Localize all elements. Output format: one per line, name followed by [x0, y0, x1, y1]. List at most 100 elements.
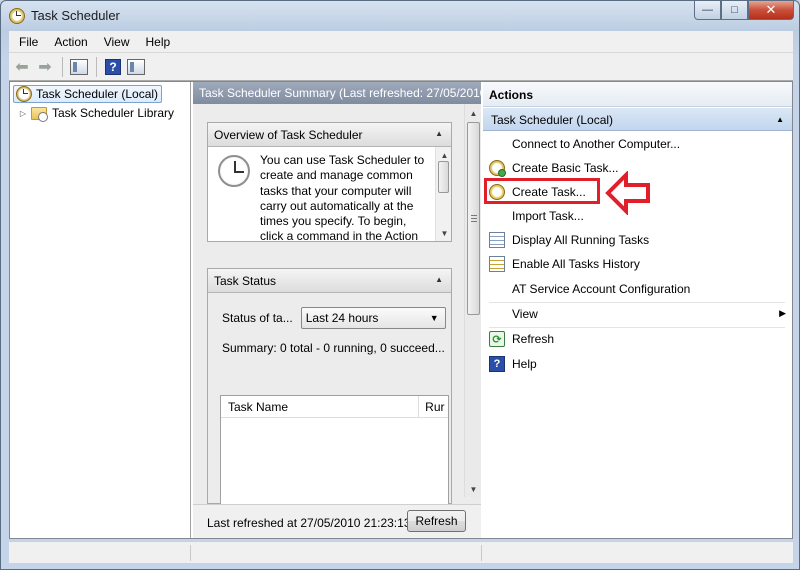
action-display-all-running-tasks[interactable]: Display All Running Tasks: [483, 228, 792, 252]
window-controls: — □ ✕: [694, 1, 794, 21]
maximize-icon: □: [731, 4, 738, 16]
task-status-section-header[interactable]: Task Status ▲: [208, 269, 451, 293]
expand-arrow-icon[interactable]: ▷: [18, 109, 28, 118]
summary-pane-body: Overview of Task Scheduler ▲ You can use…: [193, 104, 481, 504]
toolbar: ⬅ ➡ ?: [9, 53, 793, 81]
scroll-up-icon[interactable]: ▲: [465, 105, 482, 121]
overview-content: You can use Task Scheduler to create and…: [208, 147, 451, 241]
help-toolbar-button[interactable]: ?: [102, 56, 124, 78]
back-arrow-icon: ⬅: [15, 58, 29, 76]
scroll-down-icon[interactable]: ▼: [465, 481, 482, 497]
action-pane-icon: [127, 58, 145, 75]
main-panes: Task Scheduler (Local) ▷ Task Scheduler …: [9, 81, 793, 539]
collapse-icon[interactable]: ▲: [435, 129, 443, 138]
action-label: Create Basic Task...: [512, 161, 619, 175]
close-icon: ✕: [765, 2, 777, 17]
show-hide-action-pane-button[interactable]: [125, 56, 147, 78]
menu-file[interactable]: File: [11, 35, 46, 49]
action-view[interactable]: View ▶: [483, 302, 792, 326]
section-title: Task Status: [214, 274, 277, 288]
scroll-thumb[interactable]: [467, 122, 480, 315]
status-bar: [9, 541, 793, 563]
clock-icon: [218, 155, 250, 187]
grip-icon: [471, 215, 477, 222]
column-header-run[interactable]: Rur: [419, 396, 448, 417]
action-at-service-account-configuration[interactable]: AT Service Account Configuration: [483, 277, 792, 301]
action-refresh[interactable]: ⟳ Refresh: [483, 327, 792, 351]
close-button[interactable]: ✕: [748, 1, 794, 20]
menu-view[interactable]: View: [96, 35, 138, 49]
status-summary: Summary: 0 total - 0 running, 0 succeed.…: [222, 341, 445, 355]
task-status-section: Task Status ▲ Status of ta... Last 24 ho…: [207, 268, 452, 504]
action-label: AT Service Account Configuration: [512, 282, 691, 296]
minimize-button[interactable]: —: [694, 1, 721, 20]
blank-icon: [489, 136, 505, 152]
action-label: Enable All Tasks History: [512, 257, 640, 271]
action-label: Import Task...: [512, 209, 584, 223]
overview-text: You can use Task Scheduler to create and…: [260, 153, 425, 241]
task-status-content: Status of ta... Last 24 hours ▼ Summary:…: [208, 293, 451, 504]
action-enable-all-tasks-history[interactable]: Enable All Tasks History: [483, 252, 792, 276]
summary-pane-header: Task Scheduler Summary (Last refreshed: …: [193, 82, 481, 104]
scroll-thumb[interactable]: [438, 161, 449, 193]
list-icon: [489, 232, 505, 248]
status-filter-label: Status of ta...: [222, 311, 293, 325]
tree-item-task-scheduler-library[interactable]: ▷ Task Scheduler Library: [18, 104, 174, 122]
clock-add-icon: [489, 160, 506, 177]
task-scheduler-clock-icon: [9, 8, 25, 24]
overview-scrollbar[interactable]: ▲ ▼: [435, 147, 451, 241]
overview-section-header[interactable]: Overview of Task Scheduler ▲: [208, 123, 451, 147]
action-help[interactable]: ? Help: [483, 352, 792, 376]
back-button[interactable]: ⬅: [11, 56, 33, 78]
task-status-table: Task Name Rur: [220, 395, 449, 504]
dropdown-value: Last 24 hours: [305, 311, 379, 325]
section-title: Overview of Task Scheduler: [214, 128, 363, 142]
action-connect-to-another-computer[interactable]: Connect to Another Computer...: [483, 132, 792, 156]
summary-pane: Task Scheduler Summary (Last refreshed: …: [193, 82, 481, 538]
collapse-icon[interactable]: ▲: [435, 275, 443, 284]
tree-item-label: Task Scheduler Library: [52, 106, 175, 120]
status-period-dropdown[interactable]: Last 24 hours ▼: [300, 307, 446, 329]
app-window: Task Scheduler — □ ✕ File Action View He…: [0, 0, 800, 570]
forward-arrow-icon: ➡: [38, 58, 52, 76]
action-label: View: [512, 307, 538, 321]
actions-pane: Actions Task Scheduler (Local) ▲ Connect…: [483, 82, 792, 538]
submenu-arrow-icon: ▶: [779, 308, 786, 318]
help-icon: ?: [489, 356, 505, 372]
blank-icon: [489, 306, 505, 322]
scroll-down-icon[interactable]: ▼: [436, 225, 453, 241]
blank-icon: [489, 208, 505, 224]
refresh-button[interactable]: Refresh: [407, 510, 466, 532]
title-bar: Task Scheduler — □ ✕: [1, 1, 799, 31]
status-filter-row: Status of ta... Last 24 hours ▼: [222, 307, 446, 329]
summary-scrollbar[interactable]: ▲ ▼: [464, 104, 481, 497]
status-bar-divider: [481, 545, 482, 561]
window-title: Task Scheduler: [31, 8, 120, 23]
menu-action[interactable]: Action: [46, 35, 95, 49]
toolbar-separator: [62, 56, 63, 77]
blank-icon: [489, 281, 505, 297]
summary-footer: Last refreshed at 27/05/2010 21:23:13 Re…: [193, 504, 481, 538]
action-label: Display All Running Tasks: [512, 233, 650, 247]
column-header-task-name[interactable]: Task Name: [221, 396, 420, 417]
maximize-button[interactable]: □: [721, 1, 748, 20]
history-icon: [489, 256, 505, 272]
minimize-icon: —: [702, 4, 713, 16]
action-label: Refresh: [512, 332, 555, 346]
tree-item-task-scheduler-local[interactable]: Task Scheduler (Local): [13, 85, 163, 103]
forward-button[interactable]: ➡: [34, 56, 56, 78]
collapse-icon[interactable]: ▲: [776, 115, 784, 124]
help-icon: ?: [105, 58, 121, 75]
show-hide-console-tree-button[interactable]: [68, 56, 90, 78]
menu-help[interactable]: Help: [138, 35, 179, 49]
tree-item-label: Task Scheduler (Local): [36, 87, 159, 101]
table-header: Task Name Rur: [221, 396, 448, 418]
create-task-highlight-box: [484, 178, 600, 204]
actions-group-header[interactable]: Task Scheduler (Local) ▲: [483, 107, 792, 131]
menu-bar: File Action View Help: [9, 31, 793, 53]
last-refreshed-text: Last refreshed at 27/05/2010 21:23:13: [207, 516, 411, 530]
actions-group-label: Task Scheduler (Local): [491, 113, 614, 127]
console-tree-icon: [70, 58, 88, 75]
refresh-icon: ⟳: [489, 331, 505, 347]
clock-icon: [16, 86, 32, 102]
